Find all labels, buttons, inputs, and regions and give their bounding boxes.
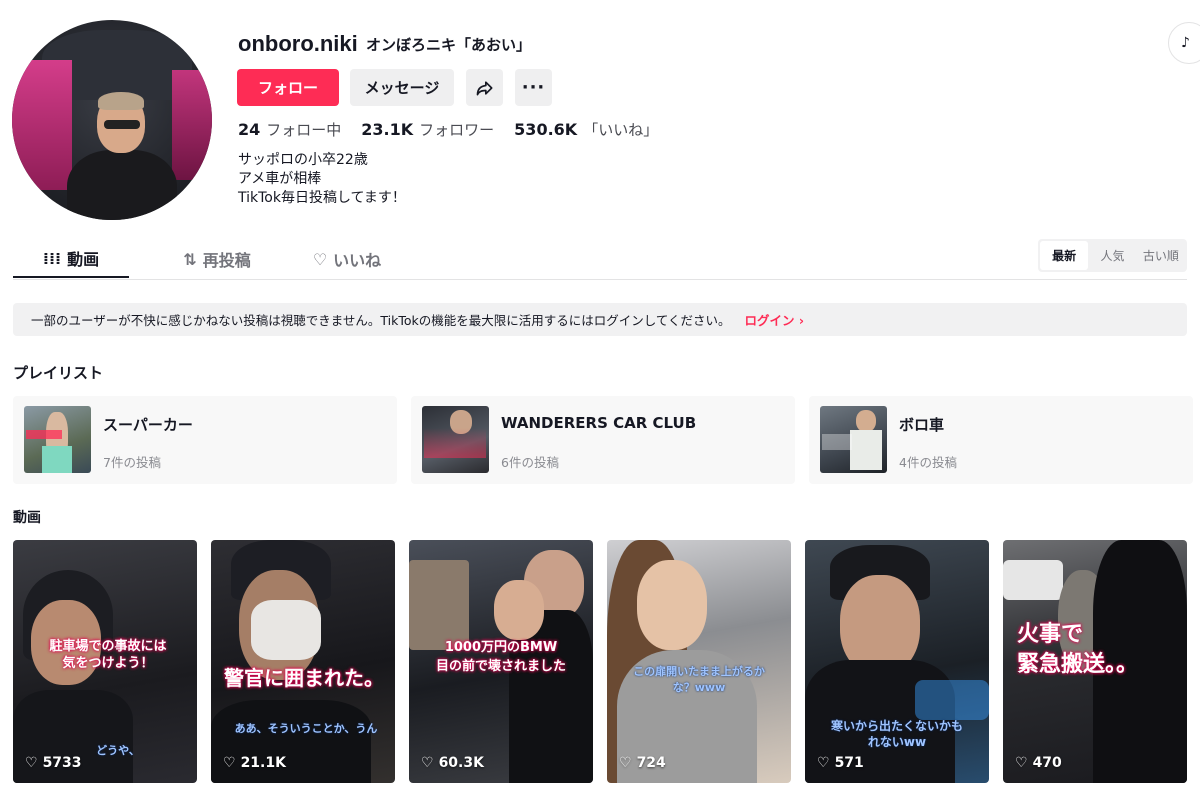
video-caption: 1000万円のBMW 目の前で壊されました	[435, 640, 566, 674]
heart-icon: ♡	[619, 755, 632, 771]
playlist-thumbnail	[24, 406, 91, 473]
video-likes: ♡ 60.3K	[421, 755, 484, 771]
playlist-name: WANDERERS CAR CLUB	[501, 414, 697, 432]
video-likes: ♡ 21.1K	[223, 755, 286, 771]
tab-liked[interactable]: ♡ いいね	[289, 240, 405, 278]
video-subtitle: 寒いから出たくないかも れないww	[830, 719, 963, 749]
video-card[interactable]: 寒いから出たくないかも れないww ♡ 571	[805, 540, 989, 783]
share-button[interactable]	[466, 69, 503, 106]
profile-avatar	[12, 20, 212, 220]
nickname: オンぼろニキ「あおい」	[366, 36, 532, 54]
tab-reposts[interactable]: ⇅ 再投稿	[159, 240, 275, 278]
login-notice: 一部のユーザーが不快に感じかねない投稿は視聴できません。TikTokの機能を最大…	[13, 303, 1187, 336]
playlist-count: 6件の投稿	[501, 455, 559, 470]
tabs-divider	[13, 279, 1187, 280]
sort-oldest[interactable]: 古い順	[1137, 241, 1185, 270]
sort-toggle: 最新 人気 古い順	[1038, 239, 1187, 272]
video-card[interactable]: 火事で 緊急搬送。。 ♡ 470	[1003, 540, 1187, 783]
heart-lock-icon: ♡	[312, 249, 328, 269]
video-caption: 火事で 緊急搬送。。	[1017, 622, 1139, 677]
tiktok-qr-button[interactable]: ♪	[1168, 22, 1200, 64]
tiktok-logo-icon: ♪	[1181, 35, 1190, 51]
video-likes: ♡ 724	[619, 755, 666, 771]
likes-stat: 530.6K 「いいね」	[514, 120, 659, 139]
follow-button[interactable]: フォロー	[237, 69, 339, 106]
playlist-name: ボロ車	[899, 416, 945, 434]
repost-icon: ⇅	[183, 249, 197, 269]
heart-icon: ♡	[223, 755, 236, 771]
playlist-name: スーパーカー	[103, 416, 193, 434]
tab-videos[interactable]: ⁞⁞⁞ 動画	[13, 240, 129, 278]
message-button[interactable]: メッセージ	[350, 69, 454, 106]
more-options-button[interactable]: ···	[515, 69, 552, 106]
grid-icon: ⁞⁞⁞	[42, 248, 62, 268]
notice-text: 一部のユーザーが不快に感じかねない投稿は視聴できません。TikTokの機能を最大…	[31, 313, 731, 328]
playlist-card[interactable]: ボロ車 4件の投稿	[809, 396, 1193, 484]
playlist-thumbnail	[820, 406, 887, 473]
video-likes: ♡ 5733	[25, 755, 82, 771]
share-icon	[476, 80, 492, 95]
username: onboro.niki	[238, 31, 358, 56]
sort-popular[interactable]: 人気	[1088, 241, 1136, 270]
video-caption: 警官に囲まれた。	[224, 666, 384, 690]
heart-icon: ♡	[1015, 755, 1028, 771]
following-stat[interactable]: 24 フォロー中	[238, 119, 341, 140]
video-card[interactable]: 駐車場での事故には 気をつけよう！ どうや、 ♡ 5733	[13, 540, 197, 783]
heart-icon: ♡	[421, 755, 434, 771]
playlist-card[interactable]: WANDERERS CAR CLUB 6件の投稿	[411, 396, 795, 484]
video-card[interactable]: 警官に囲まれた。 ああ、そういうことか、うん ♡ 21.1K	[211, 540, 395, 783]
heart-icon: ♡	[817, 755, 830, 771]
video-likes: ♡ 571	[817, 755, 864, 771]
profile-tabs: ⁞⁞⁞ 動画 ⇅ 再投稿 ♡ いいね	[13, 240, 405, 278]
playlist-count: 7件の投稿	[103, 455, 161, 470]
video-likes: ♡ 470	[1015, 755, 1062, 771]
profile-bio: サッポロの小卒22歳 アメ車が相棒 TikTok毎日投稿してます！	[238, 152, 406, 206]
videos-title: 動画	[13, 510, 41, 526]
playlist-count: 4件の投稿	[899, 455, 957, 470]
playlists-title: プレイリスト	[13, 364, 104, 382]
video-card[interactable]: 1000万円のBMW 目の前で壊されました ♡ 60.3K	[409, 540, 593, 783]
playlist-card[interactable]: スーパーカー 7件の投稿	[13, 396, 397, 484]
chevron-right-icon: ›	[798, 313, 805, 328]
profile-stats: 24 フォロー中 23.1K フォロワー 530.6K 「いいね」	[238, 119, 658, 140]
playlist-thumbnail	[422, 406, 489, 473]
video-card[interactable]: この扉開いたまま上がるか な？www ♡ 724	[607, 540, 791, 783]
video-subtitle: ああ、そういうことか、うん	[234, 722, 378, 735]
sort-latest[interactable]: 最新	[1040, 241, 1089, 270]
login-link[interactable]: ログイン ›	[745, 310, 805, 329]
heart-icon: ♡	[25, 755, 38, 771]
followers-stat[interactable]: 23.1K フォロワー	[361, 119, 494, 140]
video-caption: 駐車場での事故には 気をつけよう！	[49, 639, 167, 671]
video-subtitle: この扉開いたまま上がるか な？www	[633, 665, 765, 694]
